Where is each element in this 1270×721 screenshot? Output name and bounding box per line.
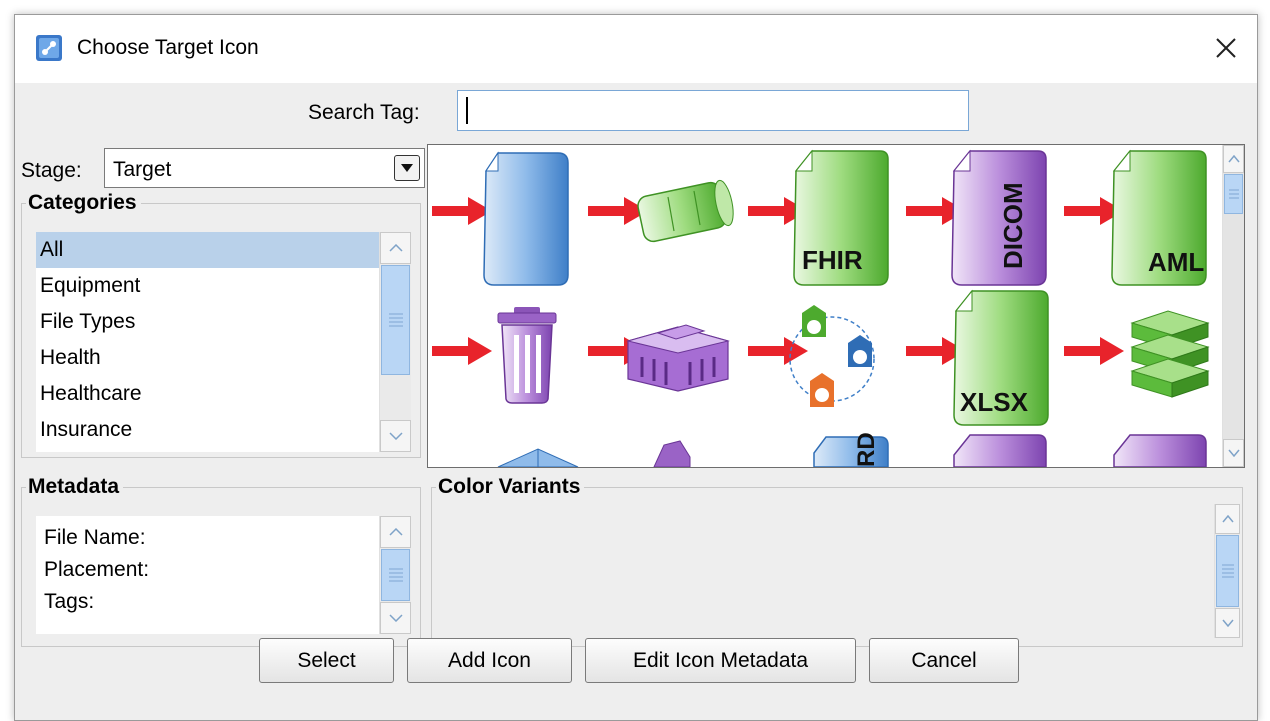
scroll-up-button[interactable] (380, 516, 411, 548)
select-button[interactable]: Select (259, 638, 394, 683)
stage-label: Stage: (21, 159, 82, 182)
building-partial-icon[interactable] (653, 440, 691, 467)
search-tag-label: Search Tag: (308, 101, 420, 124)
chevron-up-icon (1221, 515, 1234, 523)
metadata-box: File Name: Placement: Tags: (36, 516, 382, 634)
xlsx-label: XLSX (960, 387, 1029, 417)
text-caret (466, 97, 468, 124)
stage-dropdown[interactable]: Target (104, 148, 425, 188)
metadata-scrollbar[interactable] (379, 516, 411, 634)
icon-gallery[interactable]: FHIR DICOM AML XLSX RD (427, 144, 1245, 468)
placement-label: Placement: (44, 558, 150, 581)
icon-gallery-scrollbar[interactable] (1222, 145, 1244, 467)
scroll-thumb[interactable] (1224, 174, 1243, 214)
scroll-thumb[interactable] (381, 265, 410, 375)
color-variants-scrollbar[interactable] (1214, 504, 1240, 638)
scroll-down-button[interactable] (380, 420, 411, 452)
aml-file-target-icon[interactable]: AML (1064, 149, 1207, 286)
stage-selected-value: Target (113, 158, 172, 181)
title-bar: Choose Target Icon (15, 15, 1257, 83)
server-stack-target-icon[interactable] (1064, 310, 1210, 398)
cancel-button[interactable]: Cancel (869, 638, 1019, 683)
add-icon-button[interactable]: Add Icon (407, 638, 572, 683)
close-button[interactable] (1203, 25, 1249, 71)
dialog-title: Choose Target Icon (77, 36, 259, 59)
search-tag-input[interactable] (457, 90, 969, 131)
app-icon (35, 34, 63, 62)
purple-file-partial-icon-2[interactable] (1113, 434, 1207, 467)
category-item-equipment[interactable]: Equipment (36, 268, 382, 304)
tags-label: Tags: (44, 590, 95, 613)
category-item-health[interactable]: Health (36, 340, 382, 376)
color-variants-group: Color Variants (431, 475, 1243, 647)
scroll-down-button[interactable] (1215, 608, 1240, 638)
scroll-thumb[interactable] (1216, 535, 1239, 607)
chevron-down-icon (1221, 619, 1234, 627)
scroll-down-button[interactable] (380, 602, 411, 634)
file-name-label: File Name: (44, 526, 146, 549)
grip-icon (388, 311, 403, 330)
partial-file-label: RD (853, 432, 880, 467)
scroll-thumb[interactable] (381, 549, 410, 601)
icon-grid[interactable]: FHIR DICOM AML XLSX RD (428, 145, 1222, 467)
stage-dropdown-button[interactable] (394, 155, 420, 181)
chevron-up-icon (388, 528, 403, 536)
categories-title: Categories (26, 191, 141, 215)
category-item-all[interactable]: All (36, 232, 382, 268)
lab-flask-network-target-icon[interactable] (748, 305, 875, 407)
category-item-file-types[interactable]: File Types (36, 304, 382, 340)
metadata-group: Metadata File Name: Placement: Tags: (21, 475, 421, 647)
hospital-building-target-icon[interactable] (588, 324, 730, 392)
scroll-up-button[interactable] (1215, 504, 1240, 534)
trash-bin-target-icon[interactable] (432, 307, 557, 404)
dicom-label: DICOM (998, 182, 1028, 269)
dicom-file-target-icon[interactable]: DICOM (906, 149, 1047, 286)
scroll-down-button[interactable] (1223, 439, 1244, 467)
scroll-up-button[interactable] (1223, 145, 1244, 173)
categories-group: Categories All Equipment File Types Heal… (21, 191, 421, 458)
chevron-down-icon (388, 614, 403, 622)
chevron-up-icon (1227, 155, 1240, 163)
close-icon (1216, 38, 1236, 58)
purple-file-partial-icon[interactable] (953, 434, 1047, 467)
aml-label: AML (1148, 247, 1204, 277)
category-item-healthcare[interactable]: Healthcare (36, 376, 382, 412)
box-partial-icon[interactable] (497, 448, 579, 467)
grip-icon (1221, 562, 1234, 581)
chevron-up-icon (388, 244, 403, 252)
scroll-up-button[interactable] (380, 232, 411, 264)
categories-scrollbar[interactable] (379, 232, 411, 452)
blue-file-partial-icon[interactable]: RD (813, 432, 889, 467)
fhir-label: FHIR (802, 245, 863, 275)
categories-list[interactable]: All Equipment File Types Health Healthca… (36, 232, 382, 452)
xlsx-file-target-icon[interactable]: XLSX (906, 289, 1049, 426)
category-item-insurance[interactable]: Insurance (36, 412, 382, 448)
edit-icon-metadata-button[interactable]: Edit Icon Metadata (585, 638, 856, 683)
grip-icon (1228, 187, 1239, 202)
chevron-down-icon (388, 432, 403, 440)
dialog-window: Choose Target Icon Search Tag: Stage: Ta… (14, 14, 1258, 721)
document-target-icon[interactable] (432, 151, 569, 286)
database-cylinder-target-icon[interactable] (588, 179, 737, 243)
metadata-title: Metadata (26, 475, 124, 499)
chevron-down-icon (401, 164, 413, 172)
grip-icon (388, 566, 403, 585)
fhir-file-target-icon[interactable]: FHIR (748, 149, 889, 286)
color-variants-title: Color Variants (436, 475, 585, 499)
chevron-down-icon (1227, 449, 1240, 457)
